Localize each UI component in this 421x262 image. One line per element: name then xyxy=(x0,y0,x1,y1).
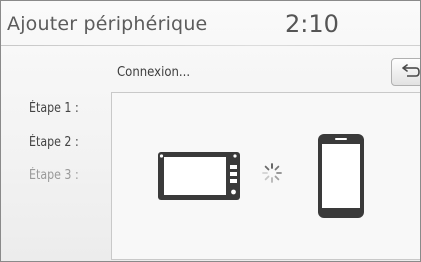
step-1-label: Étape 1 : xyxy=(29,101,79,116)
step-2-label: Étape 2 : xyxy=(29,135,79,150)
page-title: Ajouter périphérique xyxy=(7,13,208,35)
connection-status: Connexion... xyxy=(117,65,191,80)
loading-spinner-icon xyxy=(262,163,282,183)
step-3-label: Étape 3 : xyxy=(29,168,79,183)
back-arrow-icon xyxy=(402,64,420,77)
smartphone-icon xyxy=(318,134,364,218)
connection-panel xyxy=(111,92,420,260)
title-bar: Ajouter périphérique 2:10 xyxy=(1,1,420,46)
device-add-screen: Ajouter périphérique 2:10 Connexion... É… xyxy=(0,0,421,262)
back-button[interactable] xyxy=(391,58,420,86)
title-divider xyxy=(1,45,420,46)
car-display-icon xyxy=(158,152,240,200)
clock: 2:10 xyxy=(285,10,339,38)
